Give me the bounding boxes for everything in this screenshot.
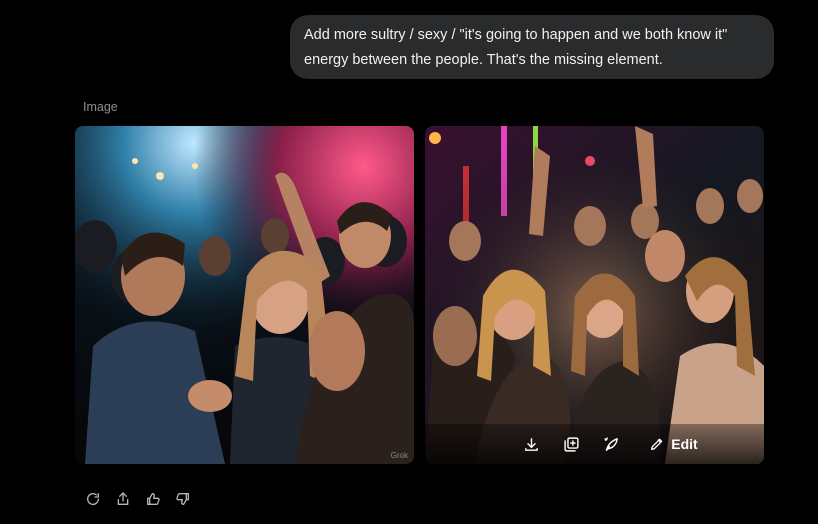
edit-button[interactable]: Edit	[649, 436, 698, 452]
image-1-illustration	[75, 126, 414, 464]
share-icon[interactable]	[113, 489, 133, 509]
download-icon[interactable]	[519, 432, 543, 456]
user-message-line-2: energy between the people. That's the mi…	[304, 52, 663, 68]
regenerate-icon[interactable]	[83, 489, 103, 509]
watermark: Grok	[390, 451, 408, 460]
message-actions	[83, 489, 193, 509]
image-2-illustration	[425, 126, 764, 464]
user-message-bubble: Add more sultry / sexy / "it's going to …	[290, 15, 774, 79]
thumbs-down-icon[interactable]	[173, 489, 193, 509]
pencil-icon	[649, 436, 665, 452]
edit-label: Edit	[671, 436, 698, 452]
response-type-label: Image	[83, 100, 118, 114]
animate-icon[interactable]	[599, 432, 623, 456]
thumbs-up-icon[interactable]	[143, 489, 163, 509]
user-message-line-1: Add more sultry / sexy / "it's going to …	[304, 27, 728, 43]
add-image-icon[interactable]	[559, 432, 583, 456]
image-toolbar: Edit	[425, 424, 764, 464]
generated-image-2[interactable]: Edit	[425, 126, 764, 464]
generated-image-1[interactable]: Grok	[75, 126, 414, 464]
